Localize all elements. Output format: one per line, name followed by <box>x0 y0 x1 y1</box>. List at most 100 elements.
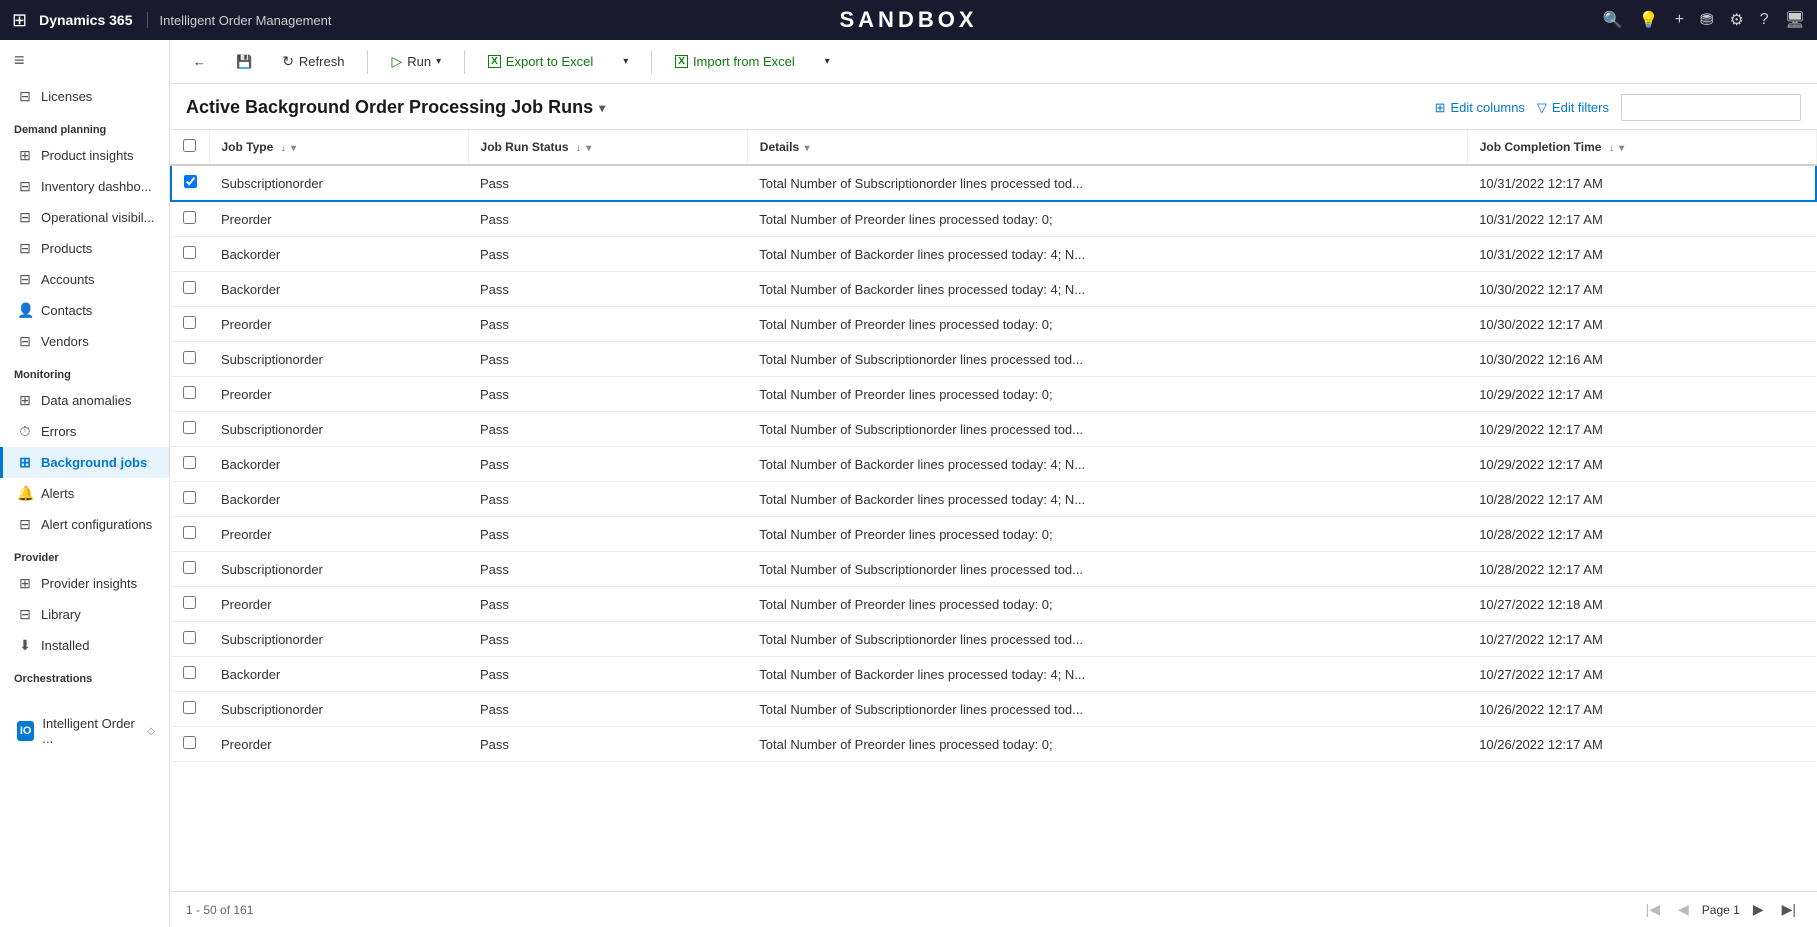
header-checkbox[interactable] <box>183 139 196 152</box>
table-row[interactable]: BackorderPassTotal Number of Backorder l… <box>171 482 1816 517</box>
table-row[interactable]: BackorderPassTotal Number of Backorder l… <box>171 237 1816 272</box>
row-checkbox[interactable] <box>183 316 196 329</box>
page-title[interactable]: Active Background Order Processing Job R… <box>186 97 605 118</box>
table-row[interactable]: SubscriptionorderPassTotal Number of Sub… <box>171 692 1816 727</box>
table-row[interactable]: PreorderPassTotal Number of Preorder lin… <box>171 727 1816 762</box>
cell-time: 10/29/2022 12:17 AM <box>1467 377 1816 412</box>
row-checkbox[interactable] <box>183 701 196 714</box>
table-row[interactable]: SubscriptionorderPassTotal Number of Sub… <box>171 552 1816 587</box>
edit-filters-button[interactable]: ▽ Edit filters <box>1537 100 1609 116</box>
export-button[interactable]: X Export to Excel <box>477 48 604 75</box>
row-checkbox[interactable] <box>183 666 196 679</box>
refresh-button[interactable]: ↻ Refresh <box>271 47 355 76</box>
row-checkbox[interactable] <box>183 386 196 399</box>
sidebar-item-contacts[interactable]: 👤 Contacts <box>0 295 169 326</box>
table-row[interactable]: BackorderPassTotal Number of Backorder l… <box>171 657 1816 692</box>
sidebar-item-background-jobs[interactable]: ⊞ Background jobs <box>0 447 169 478</box>
row-checkbox[interactable] <box>183 246 196 259</box>
settings-icon[interactable]: ⚙ <box>1729 10 1743 30</box>
table-row[interactable]: BackorderPassTotal Number of Backorder l… <box>171 447 1816 482</box>
sidebar-item-products[interactable]: ⊟ Products <box>0 233 169 264</box>
licenses-icon: ⊟ <box>17 88 33 105</box>
add-icon[interactable]: + <box>1675 11 1684 29</box>
sidebar-item-provider-insights[interactable]: ⊞ Provider insights <box>0 568 169 599</box>
sidebar-item-licenses[interactable]: ⊟ Licenses <box>0 81 169 112</box>
prev-page-button[interactable]: ◀ <box>1673 898 1694 921</box>
table-row[interactable]: PreorderPassTotal Number of Preorder lin… <box>171 201 1816 237</box>
sidebar-hamburger[interactable]: ≡ <box>0 40 169 81</box>
row-checkbox[interactable] <box>183 421 196 434</box>
page-title-chevron: ▾ <box>599 101 605 115</box>
last-page-button[interactable]: ▶| <box>1777 898 1801 921</box>
sidebar-item-installed[interactable]: ⬇ Installed <box>0 630 169 661</box>
back-button[interactable]: ← <box>182 48 217 75</box>
row-checkbox[interactable] <box>183 456 196 469</box>
table-row[interactable]: SubscriptionorderPassTotal Number of Sub… <box>171 622 1816 657</box>
row-checkbox[interactable] <box>183 351 196 364</box>
sidebar-item-operational-visibility[interactable]: ⊟ Operational visibil... <box>0 202 169 233</box>
sidebar-item-data-anomalies[interactable]: ⊞ Data anomalies <box>0 385 169 416</box>
sidebar-item-accounts[interactable]: ⊟ Accounts <box>0 264 169 295</box>
next-page-button[interactable]: ▶ <box>1748 898 1769 921</box>
app-grid-button[interactable]: ⊞ <box>12 10 27 31</box>
sidebar-item-library[interactable]: ⊟ Library <box>0 599 169 630</box>
lightbulb-icon[interactable]: 💡 <box>1639 10 1659 30</box>
col-job-run-status[interactable]: Job Run Status ↓ ▾ <box>468 130 747 165</box>
table-row[interactable]: SubscriptionorderPassTotal Number of Sub… <box>171 165 1816 201</box>
table-row[interactable]: SubscriptionorderPassTotal Number of Sub… <box>171 412 1816 447</box>
export-dropdown-button[interactable]: ▾ <box>612 50 639 73</box>
screen-icon[interactable]: 🖥 <box>1785 10 1805 30</box>
table-row[interactable]: SubscriptionorderPassTotal Number of Sub… <box>171 342 1816 377</box>
details-chevron: ▾ <box>804 143 809 154</box>
table-row[interactable]: BackorderPassTotal Number of Backorder l… <box>171 272 1816 307</box>
edit-columns-button[interactable]: ⊞ Edit columns <box>1435 100 1525 116</box>
inventory-icon: ⊟ <box>17 178 33 195</box>
run-dropdown-icon[interactable]: ▾ <box>436 56 441 67</box>
table-row[interactable]: PreorderPassTotal Number of Preorder lin… <box>171 307 1816 342</box>
toolbar-divider-3 <box>651 50 652 74</box>
row-checkbox[interactable] <box>184 175 197 188</box>
sidebar-item-vendors[interactable]: ⊟ Vendors <box>0 326 169 357</box>
sidebar-item-alerts[interactable]: 🔔 Alerts <box>0 478 169 509</box>
import-button[interactable]: X Import from Excel <box>664 48 806 75</box>
section-orchestrations: Orchestrations <box>0 661 169 689</box>
run-button[interactable]: ▷ Run ▾ <box>380 47 452 76</box>
row-checkbox[interactable] <box>183 631 196 644</box>
errors-icon: ⏱ <box>17 423 33 440</box>
cell-jobType: Subscriptionorder <box>209 165 468 201</box>
search-input[interactable] <box>1621 94 1801 121</box>
row-checkbox[interactable] <box>183 561 196 574</box>
time-chevron: ▾ <box>1619 143 1624 154</box>
cell-status: Pass <box>468 552 747 587</box>
sidebar-item-errors[interactable]: ⏱ Errors <box>0 416 169 447</box>
table-row[interactable]: PreorderPassTotal Number of Preorder lin… <box>171 587 1816 622</box>
cell-status: Pass <box>468 727 747 762</box>
col-job-completion-time[interactable]: Job Completion Time ↓ ▾ <box>1467 130 1816 165</box>
filter-icon[interactable]: ⛃ <box>1700 10 1713 30</box>
row-checkbox[interactable] <box>183 526 196 539</box>
sidebar-item-label: Contacts <box>41 303 92 318</box>
footer-count: 1 - 50 of 161 <box>186 903 253 917</box>
table-row[interactable]: PreorderPassTotal Number of Preorder lin… <box>171 517 1816 552</box>
search-icon[interactable]: 🔍 <box>1603 10 1623 30</box>
row-checkbox[interactable] <box>183 281 196 294</box>
first-page-button[interactable]: |◀ <box>1641 898 1665 921</box>
help-icon[interactable]: ? <box>1760 11 1769 29</box>
save-button[interactable]: 💾 <box>225 48 263 76</box>
select-all-checkbox[interactable] <box>171 130 209 165</box>
row-checkbox[interactable] <box>183 211 196 224</box>
sidebar-item-product-insights[interactable]: ⊞ Product insights <box>0 140 169 171</box>
col-job-type[interactable]: Job Type ↓ ▾ <box>209 130 468 165</box>
sidebar-item-label: Provider insights <box>41 576 137 591</box>
row-checkbox[interactable] <box>183 596 196 609</box>
col-details[interactable]: Details ▾ <box>747 130 1467 165</box>
row-checkbox[interactable] <box>183 736 196 749</box>
row-checkbox[interactable] <box>183 491 196 504</box>
cell-details: Total Number of Backorder lines processe… <box>747 482 1467 517</box>
sidebar-bottom-item[interactable]: IO Intelligent Order ... ◇ <box>0 709 169 753</box>
sidebar-item-inventory-dashboard[interactable]: ⊟ Inventory dashbo... <box>0 171 169 202</box>
sidebar-item-alert-configurations[interactable]: ⊟ Alert configurations <box>0 509 169 540</box>
table-row[interactable]: PreorderPassTotal Number of Preorder lin… <box>171 377 1816 412</box>
cell-details: Total Number of Preorder lines processed… <box>747 587 1467 622</box>
import-dropdown-button[interactable]: ▾ <box>814 50 841 73</box>
